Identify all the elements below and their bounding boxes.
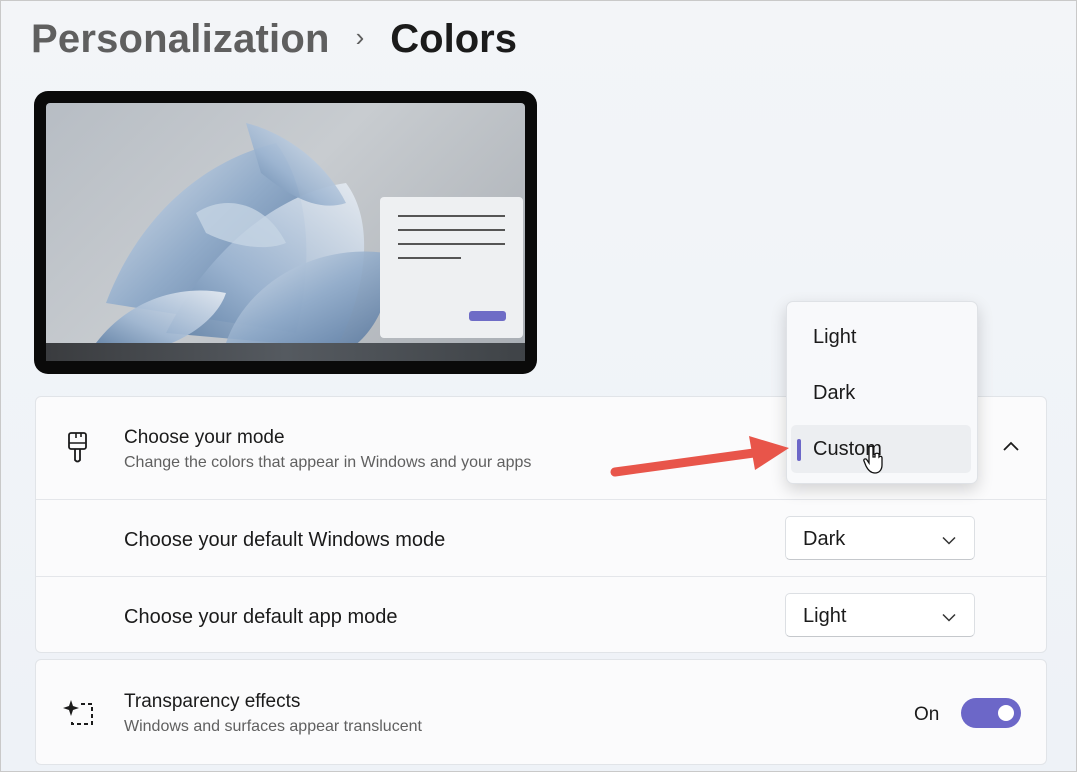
transparency-state-label: On [914, 704, 940, 725]
paintbrush-icon [66, 431, 90, 470]
windows-mode-select[interactable]: Dark [785, 516, 975, 560]
settings-window: Personalization › Colors Choose your mod… [0, 0, 1077, 772]
page-title: Colors [390, 16, 517, 61]
toggle-knob [998, 705, 1014, 721]
preview-text-line [398, 257, 461, 259]
annotation-arrow-icon [601, 426, 796, 491]
breadcrumb-separator: › [355, 21, 365, 52]
menu-item-dark[interactable]: Dark [791, 369, 971, 417]
transparency-card: Transparency effects Windows and surface… [35, 659, 1047, 765]
preview-accent-button [469, 311, 506, 321]
mouse-pointer-icon [863, 445, 885, 480]
preview-sample-window [380, 197, 523, 338]
mode-subtitle: Change the colors that appear in Windows… [124, 454, 532, 471]
chevron-down-icon [942, 532, 956, 550]
selection-indicator [797, 439, 801, 461]
menu-item-label: Light [813, 326, 857, 348]
preview-wallpaper [46, 103, 525, 352]
menu-item-light[interactable]: Light [791, 313, 971, 361]
theme-preview [34, 91, 537, 374]
transparency-sparkle-icon [62, 698, 96, 733]
preview-text-line [398, 243, 505, 245]
collapse-chevron-up-icon[interactable] [1002, 439, 1020, 457]
preview-text-line [398, 229, 505, 231]
chevron-down-icon [942, 609, 956, 627]
app-mode-value: Light [803, 605, 847, 627]
windows-mode-label: Choose your default Windows mode [124, 529, 446, 551]
preview-text-line [398, 215, 505, 217]
app-mode-select[interactable]: Light [785, 593, 975, 637]
breadcrumb: Personalization › Colors [31, 15, 517, 63]
transparency-toggle[interactable] [961, 698, 1021, 728]
transparency-title: Transparency effects [124, 691, 301, 712]
transparency-subtitle: Windows and surfaces appear translucent [124, 718, 422, 735]
menu-item-label: Dark [813, 382, 856, 404]
mode-title: Choose your mode [124, 427, 285, 448]
app-mode-label: Choose your default app mode [124, 606, 398, 628]
breadcrumb-personalization[interactable]: Personalization [31, 17, 330, 62]
divider [36, 499, 1046, 500]
windows-mode-value: Dark [803, 528, 846, 550]
preview-taskbar [46, 343, 525, 361]
divider [36, 576, 1046, 577]
